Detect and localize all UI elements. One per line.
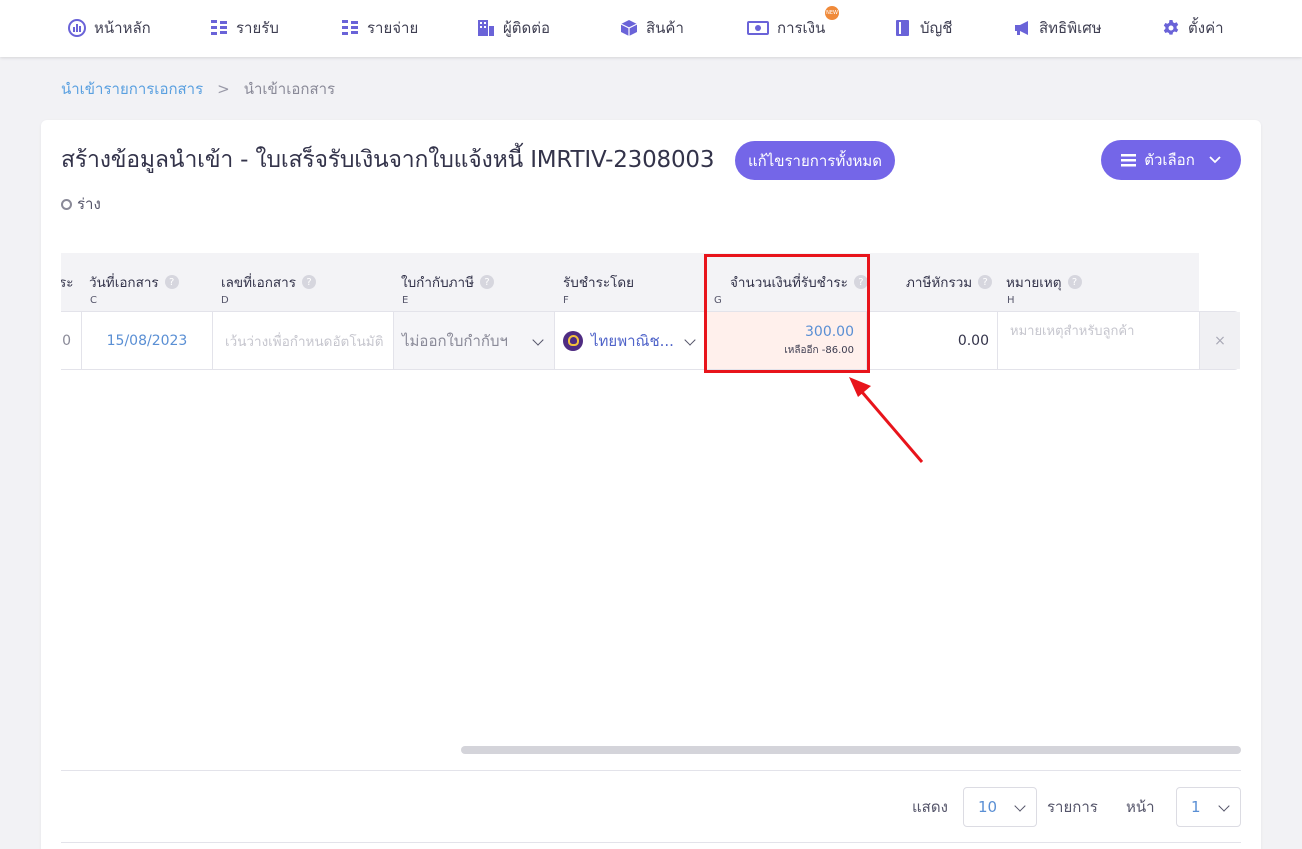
nav-label: รายรับ: [236, 19, 279, 37]
remove-row-button[interactable]: ×: [1199, 312, 1240, 369]
nav-label: การเงิน: [777, 19, 826, 37]
chevron-down-icon: [1218, 800, 1230, 812]
help-icon[interactable]: ?: [1067, 275, 1082, 289]
show-label: แสดง: [912, 798, 948, 816]
divider: [61, 770, 1241, 771]
nav-label: สิทธิพิเศษ: [1039, 19, 1102, 37]
document-number-input[interactable]: เว้นว่างเพื่อกำหนดอัตโนมัติ: [212, 312, 393, 369]
page-select[interactable]: 1: [1176, 787, 1241, 827]
status-badge: ร่าง: [61, 192, 101, 216]
column-header-tax-invoice: ใบกำกับภาษี?: [401, 271, 495, 293]
nav-label: สินค้า: [646, 19, 684, 37]
scb-bank-icon: [563, 330, 583, 351]
breadcrumb-separator: >: [217, 80, 230, 98]
status-dot-icon: [61, 198, 72, 210]
nav-label: บัญชี: [920, 19, 953, 37]
new-badge: NEW: [825, 6, 839, 20]
page-value: 1: [1191, 798, 1201, 816]
menu-icon: [1121, 153, 1137, 166]
column-header-partial: ระ: [61, 275, 74, 291]
chevron-down-icon: [1014, 800, 1026, 812]
table-row: 0 15/08/2023 เว้นว่างเพื่อกำหนดอัตโนมัติ…: [61, 311, 1240, 370]
import-table: ระ วันที่เอกสาร? C เลขที่เอกสาร? D ใบกำก…: [61, 253, 1241, 371]
nav-item-income[interactable]: รายรับ: [210, 16, 279, 40]
contacts-icon: [478, 20, 494, 36]
column-letter: H: [1007, 295, 1015, 306]
breadcrumb-parent-link[interactable]: นำเข้ารายการเอกสาร: [61, 77, 203, 101]
column-letter: D: [221, 295, 229, 306]
breadcrumb-current: นำเข้าเอกสาร: [243, 80, 336, 98]
help-icon[interactable]: ?: [978, 275, 993, 289]
nav-item-dashboard[interactable]: หน้าหลัก: [68, 16, 151, 40]
options-label: ตัวเลือก: [1144, 152, 1195, 169]
column-header-withholding: ภาษีหักรวม?: [906, 271, 993, 293]
column-header-note: หมายเหตุ?: [1006, 271, 1082, 293]
tax-invoice-select[interactable]: ไม่ออกใบกำกับฯ: [393, 312, 554, 369]
nav-label: รายจ่าย: [367, 19, 419, 37]
help-icon[interactable]: ?: [164, 275, 179, 289]
nav-item-finance[interactable]: การเงิน NEW: [747, 6, 839, 40]
items-label: รายการ: [1047, 798, 1098, 816]
gear-icon: [1163, 20, 1179, 35]
nav-item-expense[interactable]: รายจ่าย: [341, 16, 418, 40]
page-size-value: 10: [978, 798, 998, 816]
chevron-down-icon: [1209, 156, 1221, 164]
nav-label: ตั้งค่า: [1188, 19, 1224, 37]
help-icon[interactable]: ?: [301, 275, 316, 289]
payment-method-value: ไทยพาณิช...: [591, 331, 674, 350]
status-label: ร่าง: [77, 195, 101, 213]
expense-icon: [342, 20, 358, 35]
page-size-select[interactable]: 10: [963, 787, 1037, 827]
highlight-box: [704, 254, 870, 373]
top-navigation: หน้าหลัก รายรับ รายจ่าย ผู้ติดต่อ สินค้า…: [0, 0, 1302, 57]
payment-method-select[interactable]: ไทยพาณิช...: [554, 312, 706, 369]
money-icon: [747, 21, 769, 35]
tax-invoice-value: ไม่ออกใบกำกับฯ: [402, 331, 508, 350]
column-header-date: วันที่เอกสาร?: [89, 271, 179, 293]
nav-item-contacts[interactable]: ผู้ติดต่อ: [477, 16, 550, 40]
nav-item-accounting[interactable]: บัญชี: [894, 16, 952, 40]
column-letter: E: [402, 295, 409, 306]
income-icon: [211, 20, 227, 35]
import-card: สร้างข้อมูลนำเข้า - ใบเสร็จรับเงินจากใบแ…: [41, 120, 1261, 849]
horizontal-scrollbar[interactable]: [461, 746, 1241, 754]
column-header-doc-no: เลขที่เอกสาร?: [221, 271, 316, 293]
chevron-down-icon: [532, 334, 544, 346]
column-header-paid-by: รับชำระโดย: [563, 275, 634, 291]
withholding-tax-field[interactable]: 0.00: [866, 312, 997, 369]
note-input[interactable]: หมายเหตุสำหรับลูกค้า: [997, 312, 1199, 369]
nav-item-privileges[interactable]: สิทธิพิเศษ: [1013, 16, 1102, 40]
nav-item-products[interactable]: สินค้า: [620, 16, 684, 40]
page-label: หน้า: [1126, 798, 1155, 816]
table-header: ระ วันที่เอกสาร? C เลขที่เอกสาร? D ใบกำก…: [61, 253, 1199, 311]
nav-label: ผู้ติดต่อ: [503, 19, 551, 37]
megaphone-icon: [1015, 21, 1028, 35]
column-letter: F: [563, 295, 569, 306]
nav-label: หน้าหลัก: [94, 19, 151, 37]
partial-cell[interactable]: 0: [61, 312, 81, 369]
column-letter: C: [90, 295, 97, 306]
breadcrumb: นำเข้ารายการเอกสาร > นำเข้าเอกสาร: [61, 77, 335, 101]
dashboard-icon: [68, 19, 86, 37]
edit-all-button[interactable]: แก้ไขรายการทั้งหมด: [735, 141, 895, 180]
nav-item-settings[interactable]: ตั้งค่า: [1162, 16, 1224, 40]
chevron-down-icon: [684, 334, 696, 346]
divider: [61, 842, 1241, 843]
options-button[interactable]: ตัวเลือก: [1101, 140, 1241, 180]
page-title: สร้างข้อมูลนำเข้า - ใบเสร็จรับเงินจากใบแ…: [61, 147, 715, 173]
product-box-icon: [620, 20, 638, 36]
accounting-book-icon: [896, 20, 909, 36]
help-icon[interactable]: ?: [480, 275, 495, 289]
document-date-field[interactable]: 15/08/2023: [81, 312, 212, 369]
